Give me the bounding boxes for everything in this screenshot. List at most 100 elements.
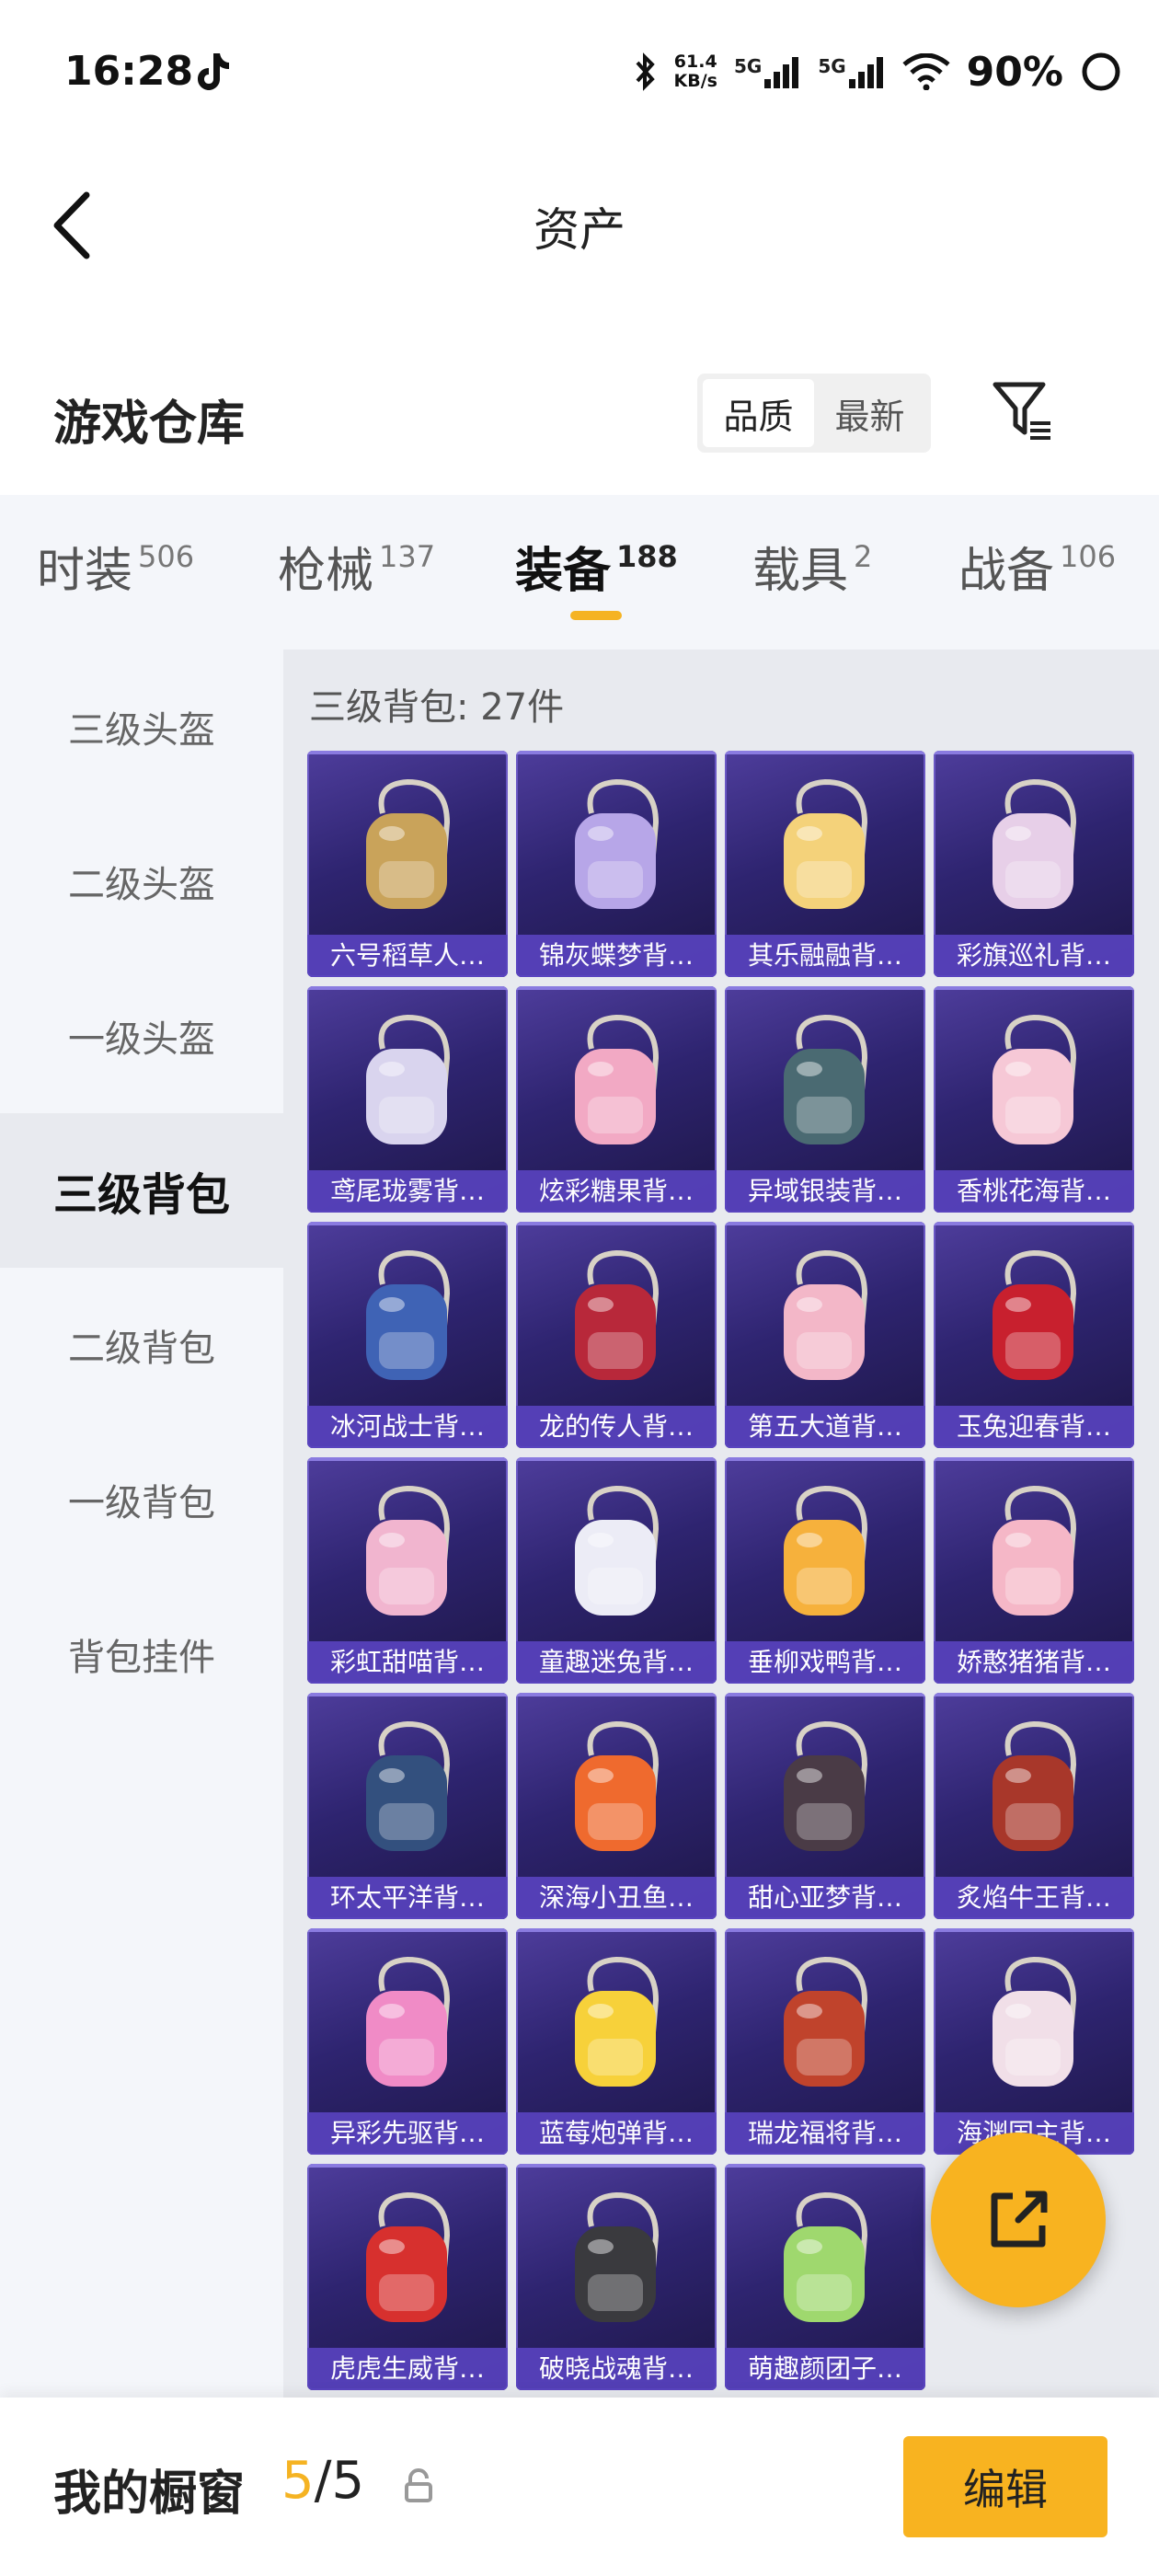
item-name: 玉兔迎春背… bbox=[934, 1406, 1134, 1448]
item-name: 环太平洋背… bbox=[307, 1877, 508, 1919]
item-name: 炙焰牛王背… bbox=[934, 1877, 1134, 1919]
pioneer-backpack-icon bbox=[366, 1956, 451, 2087]
battery-percent: 90% bbox=[966, 48, 1063, 96]
item-name: 童趣迷兔背… bbox=[516, 1641, 717, 1684]
tab-equipment[interactable]: 装备 188 bbox=[515, 532, 678, 601]
jade-rabbit-backpack-icon bbox=[993, 1249, 1077, 1380]
item-name: 虎虎生威背… bbox=[307, 2348, 508, 2390]
item-card[interactable]: 其乐融融背… bbox=[725, 751, 925, 977]
lucky-dragon-backpack-icon bbox=[784, 1956, 868, 2087]
category-level1-helmet[interactable]: 一级头盔 bbox=[0, 959, 283, 1113]
grid-count-label: 三级背包: 27件 bbox=[309, 686, 565, 729]
abyss-lord-backpack-icon bbox=[993, 1956, 1077, 2087]
item-card[interactable]: 异彩先驱背… bbox=[307, 1928, 508, 2155]
item-name: 锦灰蝶梦背… bbox=[516, 935, 717, 977]
signal-5g-2: 5G bbox=[818, 55, 885, 88]
dragon-heir-backpack-icon bbox=[575, 1249, 660, 1380]
iris-backpack-icon bbox=[366, 1014, 451, 1144]
showcase-label: 我的橱窗 bbox=[53, 2467, 246, 2522]
active-tab-indicator bbox=[570, 611, 622, 620]
butterfly-backpack-icon bbox=[575, 778, 660, 909]
item-card[interactable]: 蓝莓炮弹背… bbox=[516, 1928, 717, 2155]
item-name: 娇憨猪猪背… bbox=[934, 1641, 1134, 1684]
tab-vehicles[interactable]: 载具 2 bbox=[752, 532, 872, 601]
item-name: 垂柳戏鸭背… bbox=[725, 1641, 925, 1684]
item-name: 炫彩糖果背… bbox=[516, 1170, 717, 1213]
item-card[interactable]: 环太平洋背… bbox=[307, 1693, 508, 1919]
item-name: 破晓战魂背… bbox=[516, 2348, 717, 2390]
fifth-avenue-backpack-icon bbox=[784, 1249, 868, 1380]
tab-firearms[interactable]: 枪械 137 bbox=[278, 532, 435, 601]
signal-bars-icon bbox=[764, 57, 799, 88]
flame-bull-backpack-icon bbox=[993, 1720, 1077, 1851]
item-card[interactable]: 垂柳戏鸭背… bbox=[725, 1457, 925, 1684]
item-card[interactable]: 童趣迷兔背… bbox=[516, 1457, 717, 1684]
category-nav: 三级头盔 二级头盔 一级头盔 三级背包 二级背包 一级背包 背包挂件 bbox=[0, 650, 283, 2398]
item-card[interactable]: 炙焰牛王背… bbox=[934, 1693, 1134, 1919]
item-card[interactable]: 六号稻草人… bbox=[307, 751, 508, 977]
edit-button[interactable]: 编辑 bbox=[903, 2436, 1107, 2537]
item-card[interactable]: 彩旗巡礼背… bbox=[934, 751, 1134, 977]
item-name: 异彩先驱背… bbox=[307, 2112, 508, 2155]
item-card[interactable]: 玉兔迎春背… bbox=[934, 1222, 1134, 1448]
category-level2-backpack[interactable]: 二级背包 bbox=[0, 1268, 283, 1422]
duck-backpack-icon bbox=[784, 1485, 868, 1616]
item-card[interactable]: 香桃花海背… bbox=[934, 986, 1134, 1213]
filter-icon[interactable] bbox=[990, 379, 1054, 443]
item-card[interactable]: 甜心亚梦背… bbox=[725, 1693, 925, 1919]
showcase-count: 5/5 bbox=[281, 2451, 365, 2511]
category-level2-helmet[interactable]: 二级头盔 bbox=[0, 804, 283, 959]
tab-combat-gear[interactable]: 战备 106 bbox=[958, 532, 1116, 601]
item-name: 冰河战士背… bbox=[307, 1406, 508, 1448]
category-level1-backpack[interactable]: 一级背包 bbox=[0, 1422, 283, 1577]
share-button[interactable] bbox=[931, 2133, 1106, 2307]
page-title: 资产 bbox=[534, 203, 625, 257]
item-name: 彩虹甜喵背… bbox=[307, 1641, 508, 1684]
item-name: 甜心亚梦背… bbox=[725, 1877, 925, 1919]
donut-backpack-icon bbox=[575, 1014, 660, 1144]
warehouse-title: 游戏仓库 bbox=[53, 397, 246, 452]
item-card[interactable]: 瑞龙福将背… bbox=[725, 1928, 925, 2155]
signal-bars-icon bbox=[848, 57, 883, 88]
item-card[interactable]: 龙的传人背… bbox=[516, 1222, 717, 1448]
item-name: 深海小丑鱼… bbox=[516, 1877, 717, 1919]
tab-bar: 时装 506 枪械 137 装备 188 载具 2 战备 106 bbox=[0, 495, 1159, 650]
item-card[interactable]: 萌趣颜团子… bbox=[725, 2164, 925, 2390]
item-name: 异域银装背… bbox=[725, 1170, 925, 1213]
item-name: 鸢尾珑雾背… bbox=[307, 1170, 508, 1213]
status-bar: 16:28 61.4 KB/s 5G 5G 90% bbox=[0, 0, 1159, 147]
item-name: 萌趣颜团子… bbox=[725, 2348, 925, 2390]
tab-fashion[interactable]: 时装 506 bbox=[37, 532, 194, 601]
lock-icon[interactable] bbox=[403, 2467, 434, 2504]
pacific-rim-backpack-icon bbox=[366, 1720, 451, 1851]
item-card[interactable]: 彩虹甜喵背… bbox=[307, 1457, 508, 1684]
item-card[interactable]: 娇憨猪猪背… bbox=[934, 1457, 1134, 1684]
rainbow-cat-backpack-icon bbox=[366, 1485, 451, 1616]
item-card[interactable]: 炫彩糖果背… bbox=[516, 986, 717, 1213]
dawn-soul-backpack-icon bbox=[575, 2191, 660, 2322]
item-card[interactable]: 破晓战魂背… bbox=[516, 2164, 717, 2390]
piggy-backpack-icon bbox=[993, 1485, 1077, 1616]
wifi-icon bbox=[902, 53, 950, 90]
share-icon bbox=[991, 2191, 1048, 2248]
flag-backpack-icon bbox=[993, 778, 1077, 909]
item-card[interactable]: 锦灰蝶梦背… bbox=[516, 751, 717, 977]
net-speed: 61.4 KB/s bbox=[673, 52, 717, 91]
item-card[interactable]: 虎虎生威背… bbox=[307, 2164, 508, 2390]
category-level3-backpack[interactable]: 三级背包 bbox=[0, 1113, 283, 1268]
category-level3-helmet[interactable]: 三级头盔 bbox=[0, 650, 283, 804]
silver-backpack-icon bbox=[784, 1014, 868, 1144]
sort-option-quality[interactable]: 品质 bbox=[703, 379, 814, 447]
item-card[interactable]: 异域银装背… bbox=[725, 986, 925, 1213]
item-card[interactable]: 冰河战士背… bbox=[307, 1222, 508, 1448]
sort-option-newest[interactable]: 最新 bbox=[814, 379, 925, 447]
maze-bunny-backpack-icon bbox=[575, 1485, 660, 1616]
item-card[interactable]: 鸢尾珑雾背… bbox=[307, 986, 508, 1213]
item-card[interactable]: 第五大道背… bbox=[725, 1222, 925, 1448]
item-name: 龙的传人背… bbox=[516, 1406, 717, 1448]
item-card[interactable]: 深海小丑鱼… bbox=[516, 1693, 717, 1919]
item-card[interactable]: 海渊国主背… bbox=[934, 1928, 1134, 2155]
signal-5g-1: 5G bbox=[734, 55, 801, 88]
item-name: 第五大道背… bbox=[725, 1406, 925, 1448]
category-backpack-charm[interactable]: 背包挂件 bbox=[0, 1577, 283, 1731]
